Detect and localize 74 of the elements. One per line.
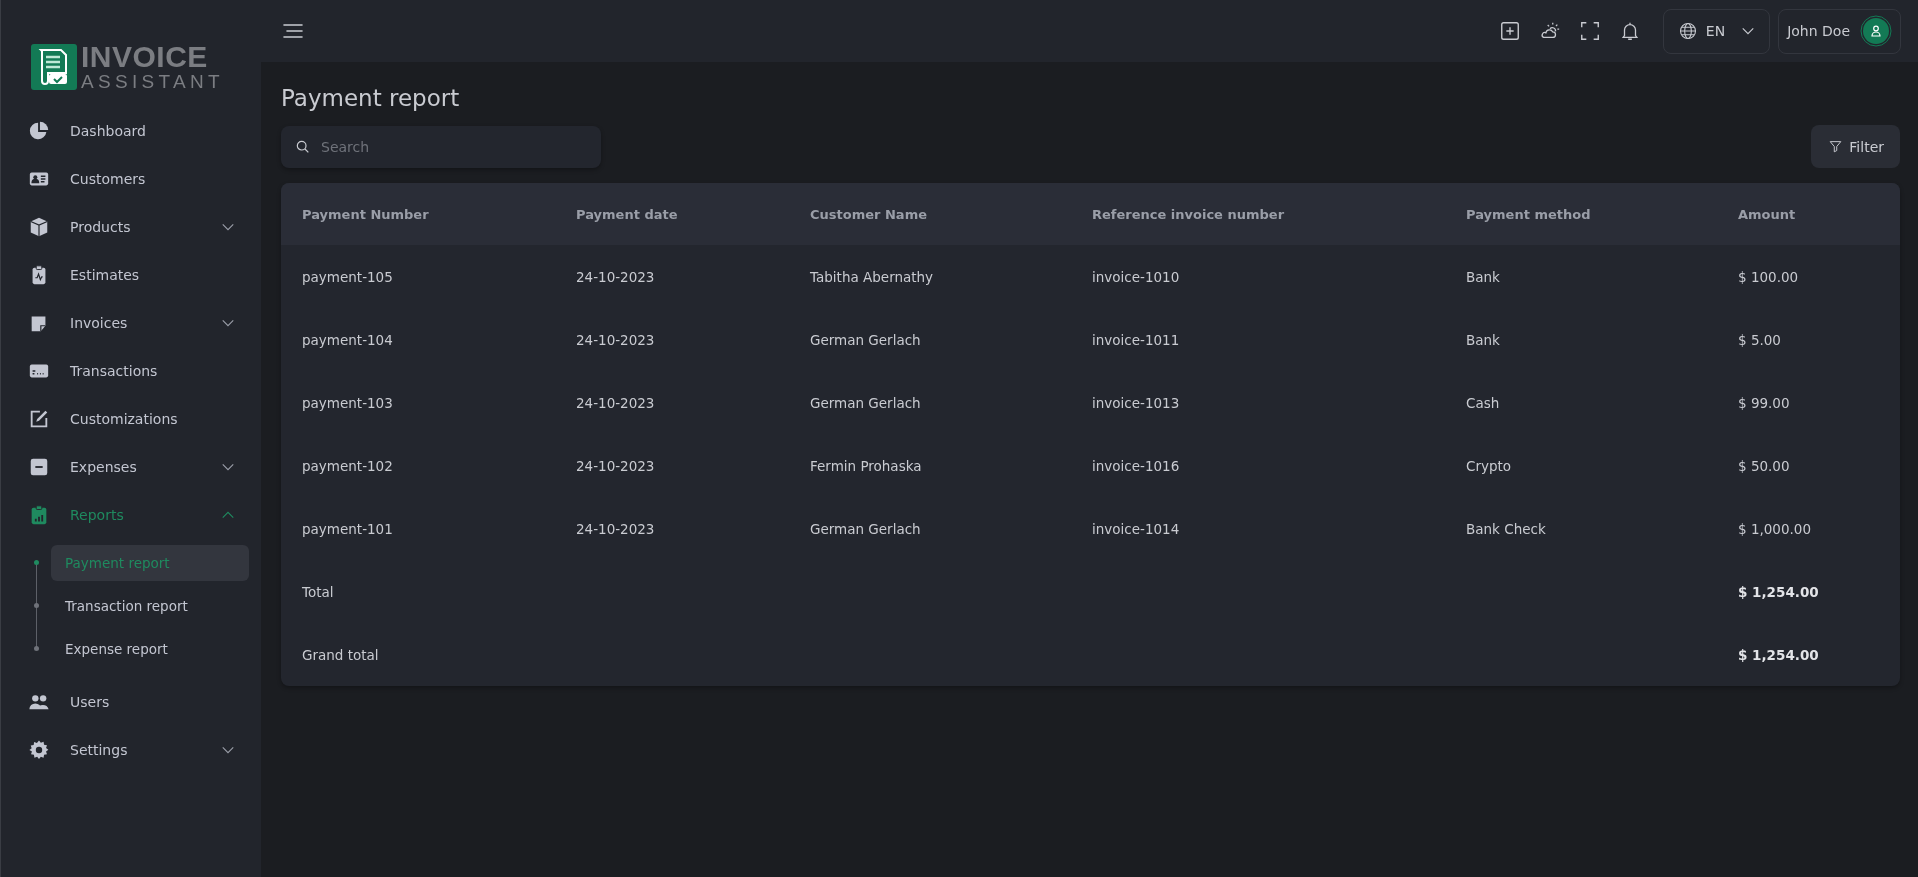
column-header: Customer Name [789,183,1071,245]
table-cell: German Gerlach [810,331,921,348]
sidebar-item[interactable]: Dashboard [28,107,261,155]
sidebar-item[interactable]: Expenses [28,443,261,491]
sidebar-item[interactable]: Settings [28,726,261,774]
table-cell: $ 100.00 [1738,268,1799,285]
table-cell: payment-103 [302,394,393,411]
search-field[interactable]: Search [281,125,601,168]
submenu-item[interactable]: Transaction report [51,587,249,624]
table-cell: payment-105 [302,268,393,285]
table-cell: 24-10-2023 [576,268,655,285]
table-cell: payment-101 [302,520,393,537]
sidebar-item[interactable]: Transactions [28,347,261,395]
table-cell: invoice-1013 [1092,394,1180,411]
language-selector[interactable]: EN [1662,8,1771,54]
globe-icon [1677,21,1698,41]
table-cell: $ 5.00 [1738,331,1781,348]
total-label: Total [302,583,334,600]
total-amount: $ 1,254.00 [1738,646,1819,663]
table-cell: German Gerlach [810,394,921,411]
table-cell: $ 99.00 [1738,394,1790,411]
table-cell: invoice-1016 [1092,457,1180,474]
bullet-dot [34,560,39,565]
column-header: Payment date [555,183,789,245]
table-cell: Tabitha Abernathy [810,268,934,285]
total-label: Grand total [302,646,379,663]
logo-text: INVOICE [81,42,209,72]
table-cell: 24-10-2023 [576,394,655,411]
bullet-dot [34,603,39,608]
sidebar-item[interactable]: Estimates [28,251,261,299]
table-cell: Bank [1466,268,1500,285]
logo-subtitle: ASSISTANT [81,72,224,91]
total-amount: $ 1,254.00 [1738,583,1819,600]
table-cell: payment-102 [302,457,393,474]
table-cell: 24-10-2023 [576,457,655,474]
pie-chart-icon [28,120,50,142]
minus-square-icon [28,456,50,478]
table-cell: 24-10-2023 [576,331,655,348]
table-cell: $ 50.00 [1738,457,1790,474]
sidebar-item[interactable]: Reports [28,491,261,539]
fullscreen-icon[interactable] [1578,20,1601,42]
table-cell: Cash [1466,394,1500,411]
table-cell: Fermin Prohaska [810,457,922,474]
sidebar-item[interactable]: Invoices [28,299,261,347]
table-cell: invoice-1011 [1092,331,1180,348]
table-cell: $ 1,000.00 [1738,520,1811,537]
table-cell: 24-10-2023 [576,520,655,537]
table-cell: invoice-1010 [1092,268,1180,285]
gear-icon [28,739,50,761]
logo-icon [31,43,77,90]
user-menu[interactable]: John Doe [1778,8,1901,54]
table-cell: payment-104 [302,331,393,348]
column-header: Payment Number [281,183,555,245]
sidebar-item[interactable]: Customers [28,155,261,203]
sidebar-item[interactable]: Users [28,678,261,726]
add-icon[interactable] [1498,20,1521,42]
table-cell: Crypto [1466,457,1512,474]
submenu-item[interactable]: Expense report [51,630,249,667]
filter-icon [1829,140,1843,153]
table-cell: invoice-1014 [1092,520,1180,537]
table-cell: German Gerlach [810,520,921,537]
column-header: Payment method [1445,183,1717,245]
column-header: Amount [1717,183,1900,245]
sidebar-item[interactable]: Products [28,203,261,251]
page-title: Payment report [281,85,461,111]
column-header: Reference invoice number [1071,183,1445,245]
table-cell: Bank [1466,331,1500,348]
table-cell: Bank Check [1466,520,1546,537]
filter-button[interactable]: Filter [1811,125,1900,168]
bullet-dot [34,646,39,651]
edit-icon [28,408,50,430]
avatar-icon [1860,15,1892,47]
sidebar-item[interactable]: Customizations [28,395,261,443]
box-icon [28,216,50,238]
